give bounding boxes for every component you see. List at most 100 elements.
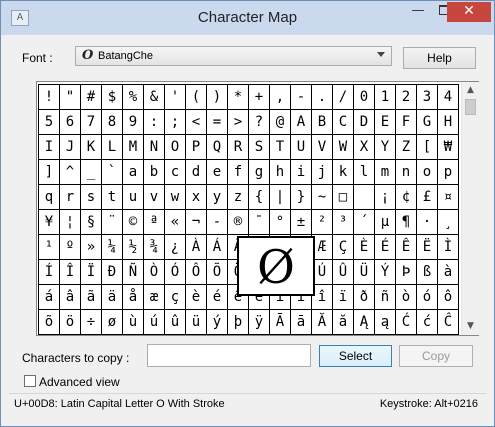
char-cell[interactable]: N bbox=[144, 135, 165, 160]
char-cell[interactable]: o bbox=[417, 160, 438, 185]
char-cell[interactable]: ¿ bbox=[165, 235, 186, 260]
char-cell[interactable]: Þ bbox=[396, 260, 417, 285]
char-cell[interactable]: ₩ bbox=[438, 135, 459, 160]
char-cell[interactable]: ¶ bbox=[396, 210, 417, 235]
minimize-button[interactable]: — bbox=[405, 2, 431, 22]
char-cell[interactable]: Ì bbox=[438, 235, 459, 260]
char-cell[interactable]: T bbox=[270, 135, 291, 160]
char-cell[interactable]: Q bbox=[207, 135, 228, 160]
char-cell[interactable]: R bbox=[228, 135, 249, 160]
advanced-view-checkbox[interactable] bbox=[24, 375, 36, 387]
char-cell[interactable]: Û bbox=[333, 260, 354, 285]
char-cell[interactable]: # bbox=[81, 85, 102, 110]
char-cell[interactable]: Ă bbox=[312, 310, 333, 335]
scroll-down-icon[interactable]: ▼ bbox=[462, 318, 479, 335]
char-cell[interactable]: V bbox=[312, 135, 333, 160]
char-cell[interactable]: < bbox=[186, 110, 207, 135]
char-cell[interactable]: ü bbox=[186, 310, 207, 335]
char-cell[interactable]: ý bbox=[207, 310, 228, 335]
select-button[interactable]: Select bbox=[319, 345, 392, 367]
char-cell[interactable]: 7 bbox=[81, 110, 102, 135]
char-cell[interactable]: S bbox=[249, 135, 270, 160]
char-cell[interactable]: M bbox=[123, 135, 144, 160]
char-cell[interactable]: ą bbox=[375, 310, 396, 335]
char-cell[interactable]: ă bbox=[333, 310, 354, 335]
char-cell[interactable]: Ą bbox=[354, 310, 375, 335]
char-cell[interactable]: j bbox=[312, 160, 333, 185]
char-cell[interactable]: ã bbox=[81, 285, 102, 310]
char-cell[interactable]: ð bbox=[354, 285, 375, 310]
char-cell[interactable]: © bbox=[123, 210, 144, 235]
char-cell[interactable]: 1 bbox=[375, 85, 396, 110]
char-cell[interactable]: h bbox=[270, 160, 291, 185]
char-cell[interactable]: 0 bbox=[354, 85, 375, 110]
char-cell[interactable]: É bbox=[375, 235, 396, 260]
char-cell[interactable]: Ā bbox=[270, 310, 291, 335]
char-cell[interactable]: ' bbox=[165, 85, 186, 110]
char-cell[interactable]: { bbox=[249, 185, 270, 210]
char-cell[interactable]: ] bbox=[39, 160, 60, 185]
char-cell[interactable]: G bbox=[417, 110, 438, 135]
char-cell[interactable]: Ć bbox=[396, 310, 417, 335]
char-cell[interactable]: 6 bbox=[60, 110, 81, 135]
scroll-up-icon[interactable]: ▲ bbox=[462, 82, 479, 99]
char-cell[interactable]: : bbox=[144, 110, 165, 135]
char-cell[interactable]: ç bbox=[165, 285, 186, 310]
char-cell[interactable]: Ç bbox=[333, 235, 354, 260]
char-cell[interactable]: ¨ bbox=[102, 210, 123, 235]
char-cell[interactable]: ¬ bbox=[186, 210, 207, 235]
char-cell[interactable]: Ü bbox=[354, 260, 375, 285]
char-cell[interactable]: Z bbox=[396, 135, 417, 160]
char-cell[interactable]: ) bbox=[207, 85, 228, 110]
char-cell[interactable]: ā bbox=[291, 310, 312, 335]
char-cell[interactable]: û bbox=[165, 310, 186, 335]
char-cell[interactable]: ³ bbox=[333, 210, 354, 235]
character-grid[interactable]: ! " # $% & '() * +, -./0 1 2 3 4 5 6 7 8 9:; < = >? @ A B C D E F G H… bbox=[36, 81, 479, 336]
char-cell[interactable]: ´ bbox=[354, 210, 375, 235]
char-cell[interactable]: n bbox=[396, 160, 417, 185]
char-cell[interactable]: r bbox=[60, 185, 81, 210]
char-cell[interactable]: à bbox=[438, 260, 459, 285]
char-cell[interactable]: ï bbox=[333, 285, 354, 310]
char-cell[interactable]: å bbox=[123, 285, 144, 310]
char-cell[interactable]: x bbox=[186, 185, 207, 210]
char-cell[interactable]: ® bbox=[228, 210, 249, 235]
advanced-view-label[interactable]: Advanced view bbox=[39, 375, 120, 389]
char-cell[interactable]: H bbox=[438, 110, 459, 135]
char-cell[interactable]: 9 bbox=[123, 110, 144, 135]
char-cell[interactable]: º bbox=[60, 235, 81, 260]
char-cell[interactable]: P bbox=[186, 135, 207, 160]
char-cell[interactable]: ª bbox=[144, 210, 165, 235]
char-cell[interactable]: F bbox=[396, 110, 417, 135]
char-cell[interactable]: ô bbox=[438, 285, 459, 310]
char-cell[interactable]: ` bbox=[102, 160, 123, 185]
char-cell[interactable]: ß bbox=[417, 260, 438, 285]
char-cell[interactable]: Ò bbox=[144, 260, 165, 285]
char-cell[interactable]: ? bbox=[249, 110, 270, 135]
char-cell[interactable]: = bbox=[207, 110, 228, 135]
char-cell[interactable]: Ñ bbox=[123, 260, 144, 285]
char-cell[interactable] bbox=[354, 185, 375, 210]
char-cell[interactable]: Æ bbox=[312, 235, 333, 260]
characters-to-copy-input[interactable] bbox=[147, 344, 311, 367]
font-dropdown[interactable]: O BatangChe bbox=[75, 46, 392, 66]
char-cell[interactable]: u bbox=[123, 185, 144, 210]
char-cell[interactable]: õ bbox=[39, 310, 60, 335]
char-cell[interactable]: Õ bbox=[207, 260, 228, 285]
char-cell[interactable]: & bbox=[144, 85, 165, 110]
char-cell[interactable]: Y bbox=[375, 135, 396, 160]
char-cell[interactable]: Ĉ bbox=[438, 310, 459, 335]
grid-scrollbar[interactable]: ▲ ▼ bbox=[461, 82, 479, 335]
char-cell[interactable]: î bbox=[312, 285, 333, 310]
char-cell[interactable]: t bbox=[102, 185, 123, 210]
char-cell[interactable]: ¦ bbox=[60, 210, 81, 235]
char-cell[interactable]: µ bbox=[375, 210, 396, 235]
char-cell[interactable]: ¹ bbox=[39, 235, 60, 260]
char-cell[interactable]: D bbox=[354, 110, 375, 135]
char-cell[interactable]: È bbox=[354, 235, 375, 260]
char-cell[interactable]: m bbox=[375, 160, 396, 185]
char-cell[interactable]: e bbox=[207, 160, 228, 185]
char-cell[interactable]: l bbox=[354, 160, 375, 185]
char-cell[interactable]: / bbox=[333, 85, 354, 110]
char-cell[interactable]: 4 bbox=[438, 85, 459, 110]
